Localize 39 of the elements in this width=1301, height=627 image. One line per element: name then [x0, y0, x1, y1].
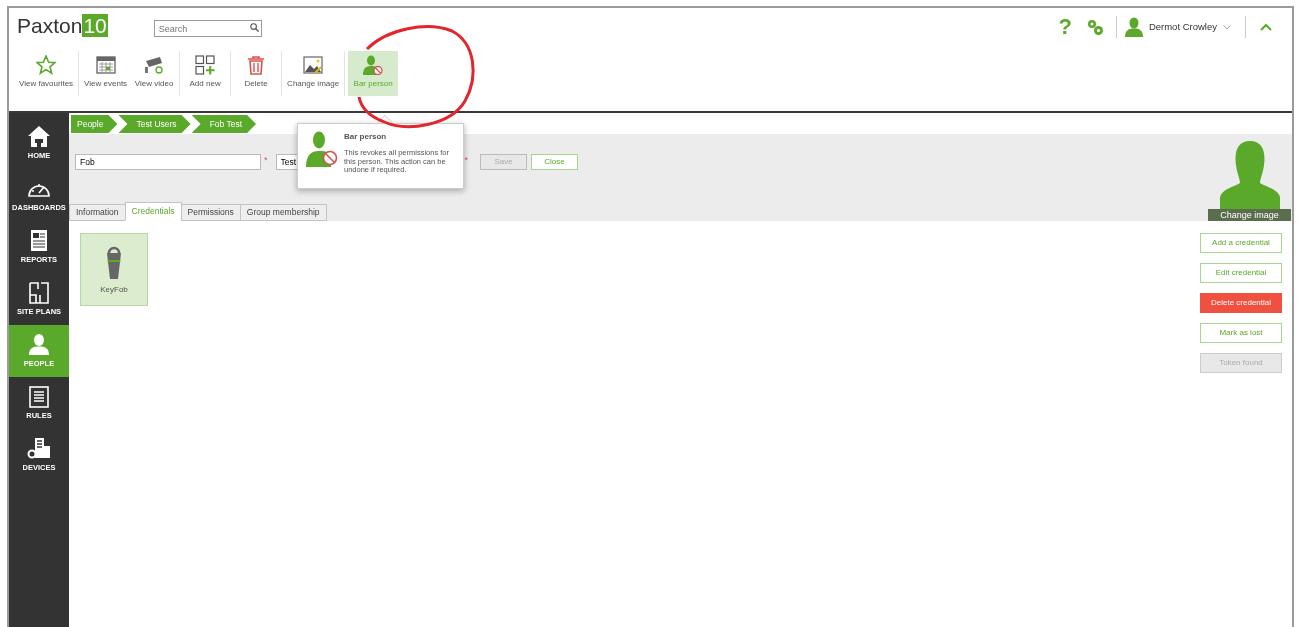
credential-tile[interactable]: KeyFob	[80, 233, 148, 306]
list-icon	[27, 384, 51, 408]
camera-icon	[144, 54, 165, 75]
user-menu[interactable]: Dermot Crowley	[1124, 17, 1231, 37]
chevron-up-icon	[1260, 23, 1272, 31]
change-image-label[interactable]: Change image	[1208, 209, 1291, 221]
floor-plan-icon	[27, 280, 51, 304]
required-mark: *	[464, 154, 469, 167]
collapse-button[interactable]	[1260, 23, 1272, 31]
person-icon	[27, 332, 51, 356]
chevron-down-icon	[1223, 24, 1231, 30]
tab[interactable]: Information	[69, 204, 126, 221]
toolbar-button[interactable]: Add new	[183, 50, 228, 96]
image-icon	[303, 54, 324, 75]
toolbar-button[interactable]: Delete	[234, 50, 279, 96]
person-blocked-icon	[363, 54, 384, 75]
squares-plus-icon	[195, 54, 216, 75]
search-field[interactable]: Search	[153, 20, 262, 37]
text-field[interactable]: Fob	[75, 154, 261, 170]
toolbar-button[interactable]: View events	[82, 50, 130, 96]
tooltip-title: Bar person	[344, 131, 388, 143]
building-gear-icon	[27, 436, 51, 460]
settings-icon[interactable]	[1085, 18, 1104, 36]
tab[interactable]: Permissions	[180, 204, 241, 221]
tab[interactable]: Group membership	[239, 204, 327, 221]
toolbar-button[interactable]: Change image	[285, 50, 342, 96]
required-mark: *	[264, 154, 268, 167]
star-icon	[36, 54, 57, 75]
calendar-icon	[95, 54, 116, 75]
house-icon	[27, 124, 51, 148]
toolbar-button[interactable]: View favourites	[17, 50, 76, 96]
person-icon	[1124, 17, 1143, 37]
action-button[interactable]: Delete credential	[1200, 293, 1282, 313]
search-icon	[249, 23, 259, 32]
person-blocked-icon	[306, 131, 338, 167]
logo: Paxton10	[17, 14, 108, 38]
toolbar-button[interactable]: View video	[132, 50, 177, 96]
trash-icon	[246, 54, 267, 75]
person-silhouette	[1219, 139, 1280, 209]
